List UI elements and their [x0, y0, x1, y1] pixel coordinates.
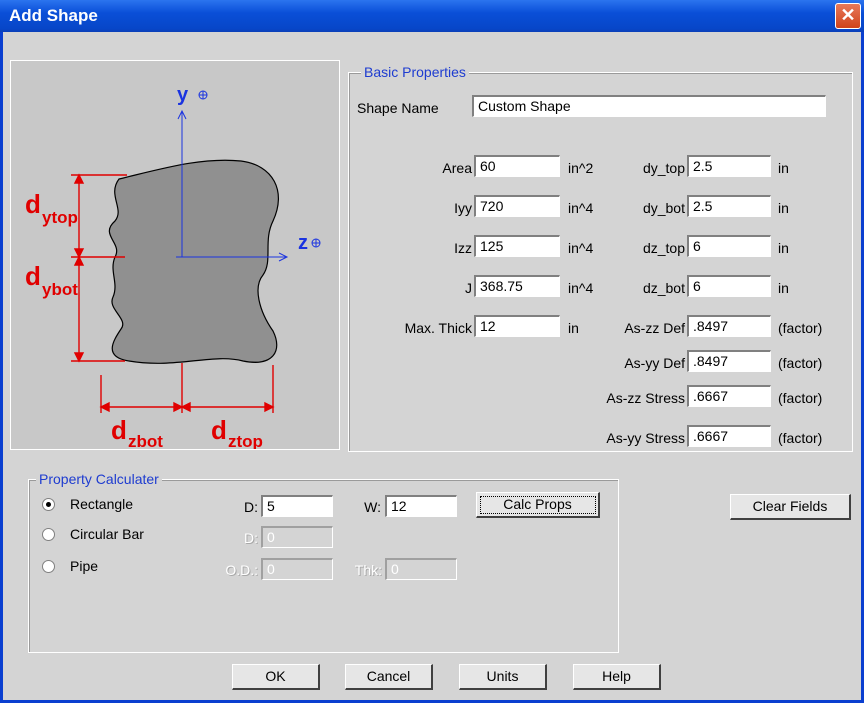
shape-diagram-svg: y z d ytop d ybot d zbot d ztop	[25, 84, 321, 451]
shape-name-label: Shape Name	[357, 100, 439, 116]
factor-label: As-yy Def	[624, 355, 685, 371]
prop-unit-2: (factor)	[778, 320, 823, 336]
d-label: D:	[244, 499, 258, 515]
prop-unit: in	[568, 320, 579, 336]
prop-input[interactable]: 720	[474, 195, 560, 217]
pipe-label: Pipe	[70, 558, 99, 574]
z-axis-label: z	[298, 232, 308, 254]
calc-props-button[interactable]: Calc Props	[476, 492, 600, 518]
circ-d-input[interactable]: 0	[261, 526, 333, 548]
close-button[interactable]: ✕	[835, 3, 861, 29]
title-bar[interactable]: Add Shape ✕	[0, 0, 864, 32]
prop-label: Izz	[454, 240, 472, 256]
prop-unit: in^2	[568, 160, 594, 176]
prop-input[interactable]: 12	[474, 315, 560, 337]
prop-input[interactable]: 60	[474, 155, 560, 177]
factor-unit: (factor)	[778, 390, 823, 406]
pipe-radio[interactable]	[42, 560, 55, 573]
prop-input-2[interactable]: 2.5	[687, 195, 771, 217]
units-button[interactable]: Units	[459, 664, 547, 690]
prop-label-2: dy_top	[642, 160, 685, 176]
prop-unit-2: in	[778, 160, 789, 176]
factor-input[interactable]: .6667	[687, 385, 771, 407]
ok-button[interactable]: OK	[232, 664, 320, 690]
prop-label: Max. Thick	[404, 320, 472, 336]
shape-diagram: y z d ytop d ybot d zbot d ztop	[10, 60, 340, 451]
factor-input[interactable]: .8497	[687, 350, 771, 372]
window-title: Add Shape	[9, 6, 98, 25]
prop-unit-2: in	[778, 200, 789, 216]
dzbot-sub: zbot	[128, 432, 163, 449]
dybot-label: d	[25, 261, 41, 291]
od-input[interactable]: 0	[261, 558, 333, 580]
factor-label: As-yy Stress	[606, 430, 685, 446]
factor-unit: (factor)	[778, 355, 823, 371]
clear-fields-button[interactable]: Clear Fields	[730, 494, 851, 520]
prop-label-2: dy_bot	[642, 200, 685, 216]
shape-name-input[interactable]: Custom Shape	[472, 95, 826, 117]
prop-unit: in^4	[568, 280, 594, 296]
dybot-sub: ybot	[42, 280, 78, 299]
thk-input[interactable]: 0	[385, 558, 457, 580]
prop-input-2[interactable]: 6	[687, 235, 771, 257]
y-axis-label: y	[177, 84, 189, 106]
prop-input-2[interactable]: 6	[687, 275, 771, 297]
w-label: W:	[364, 499, 381, 515]
prop-label-2: dz_top	[642, 240, 685, 256]
custom-shape-outline	[108, 159, 279, 364]
dzbot-label: d	[111, 415, 127, 445]
basic-properties-legend: Basic Properties	[361, 64, 469, 80]
rectangle-radio[interactable]	[42, 498, 55, 511]
property-calculater-legend: Property Calculater	[36, 471, 162, 487]
prop-unit-2: in	[778, 280, 789, 296]
cancel-button[interactable]: Cancel	[345, 664, 433, 690]
prop-label: J	[465, 280, 472, 296]
prop-label-2: dz_bot	[642, 280, 685, 296]
dytop-sub: ytop	[42, 208, 78, 227]
thk-label: Thk:	[354, 562, 382, 578]
prop-label: Iyy	[454, 200, 472, 216]
prop-label: Area	[442, 160, 472, 176]
prop-input[interactable]: 125	[474, 235, 560, 257]
help-button[interactable]: Help	[573, 664, 661, 690]
dialog-body: y z d ytop d ybot d zbot d ztop Basic Pr…	[3, 32, 861, 700]
circular-bar-label: Circular Bar	[70, 526, 144, 542]
dytop-label: d	[25, 189, 41, 219]
dztop-label: d	[211, 415, 227, 445]
d-input[interactable]: 5	[261, 495, 333, 517]
circ-d-label: D:	[244, 530, 258, 546]
circular-bar-radio[interactable]	[42, 528, 55, 541]
prop-input-2[interactable]: .8497	[687, 315, 771, 337]
od-label: O.D.:	[225, 562, 258, 578]
prop-unit: in^4	[568, 200, 594, 216]
factor-unit: (factor)	[778, 430, 823, 446]
factor-input[interactable]: .6667	[687, 425, 771, 447]
prop-unit-2: in	[778, 240, 789, 256]
add-shape-dialog: Add Shape ✕ y z d ytop d ybot d zbot d z…	[0, 0, 864, 703]
prop-input-2[interactable]: 2.5	[687, 155, 771, 177]
dztop-sub: ztop	[228, 432, 263, 449]
prop-unit: in^4	[568, 240, 594, 256]
rectangle-label: Rectangle	[70, 496, 134, 512]
w-input[interactable]: 12	[385, 495, 457, 517]
prop-label-2: As-zz Def	[624, 320, 685, 336]
prop-input[interactable]: 368.75	[474, 275, 560, 297]
factor-label: As-zz Stress	[606, 390, 685, 406]
